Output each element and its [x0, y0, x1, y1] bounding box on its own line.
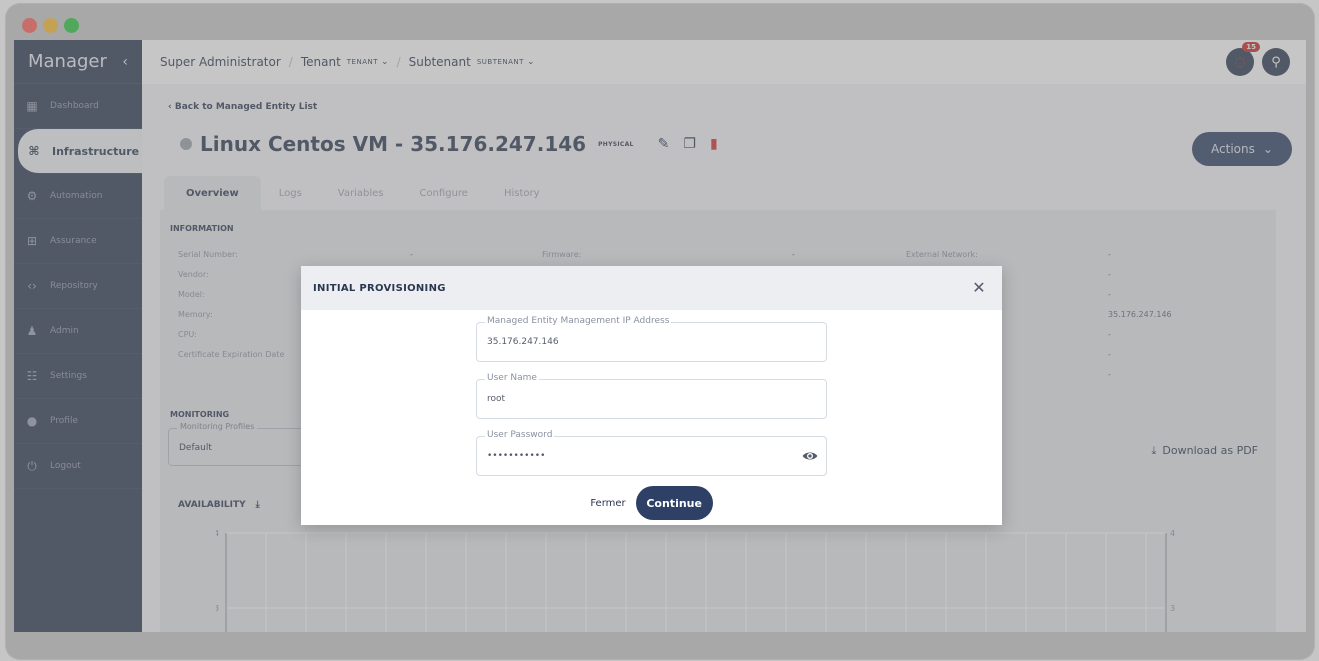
- dialog-footer: Fermer Continue: [301, 486, 1002, 520]
- initial-provisioning-dialog: INITIAL PROVISIONING ✕ Managed Entity Ma…: [301, 266, 1002, 525]
- eye-icon[interactable]: [802, 448, 818, 464]
- continue-button[interactable]: Continue: [635, 486, 713, 520]
- username-field: User Name: [476, 373, 827, 419]
- ip-address-input[interactable]: [487, 337, 787, 347]
- close-icon[interactable]: ✕: [972, 278, 986, 297]
- ip-address-field: Managed Entity Management IP Address: [476, 316, 827, 362]
- dialog-title: INITIAL PROVISIONING: [313, 282, 446, 294]
- username-label: User Name: [485, 373, 539, 383]
- password-label: User Password: [485, 430, 555, 440]
- ip-address-label: Managed Entity Management IP Address: [485, 316, 672, 326]
- dialog-header: INITIAL PROVISIONING ✕: [301, 266, 1002, 310]
- cancel-button[interactable]: Fermer: [590, 498, 625, 509]
- password-field: User Password •••••••••••: [476, 430, 827, 476]
- username-input[interactable]: [487, 394, 787, 404]
- password-input[interactable]: •••••••••••: [487, 451, 787, 461]
